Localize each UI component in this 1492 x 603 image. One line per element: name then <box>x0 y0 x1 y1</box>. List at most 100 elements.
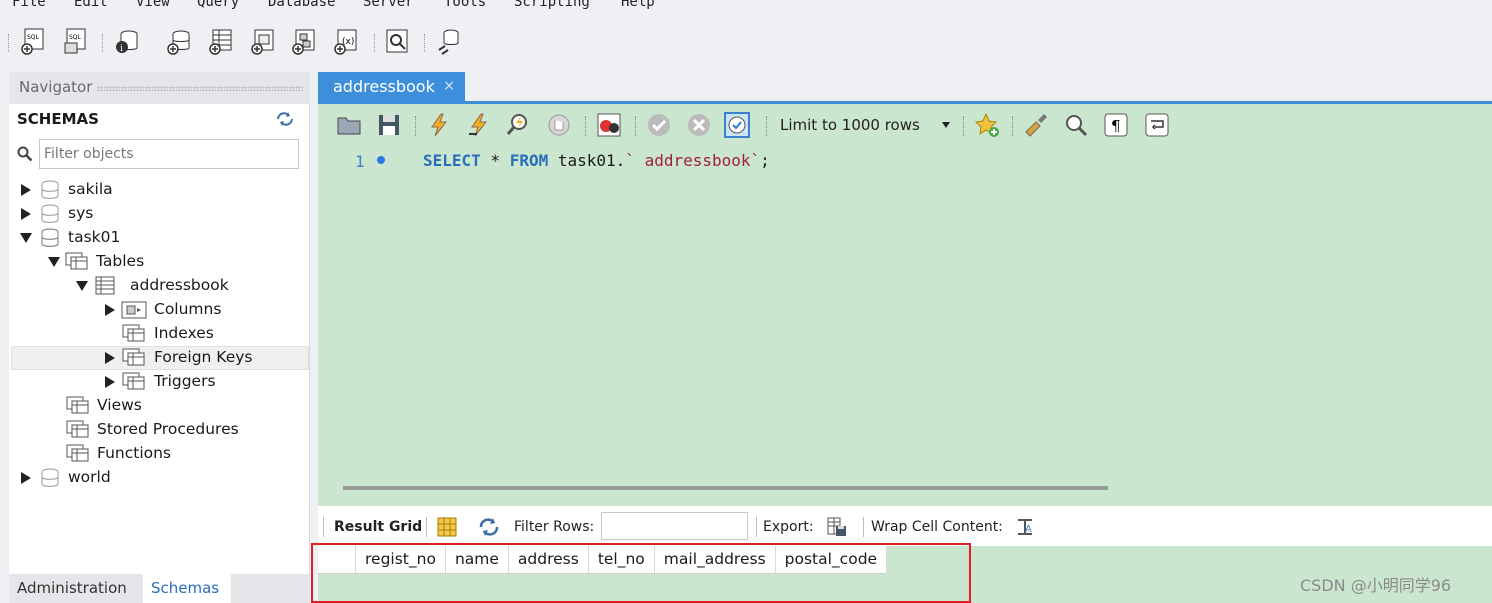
menu-edit[interactable]: Edit <box>74 0 108 10</box>
menu-database[interactable]: Database <box>268 0 335 10</box>
column-header[interactable]: mail_address <box>655 546 776 574</box>
filter-rows-input[interactable] <box>601 512 748 540</box>
find-icon[interactable] <box>1063 112 1089 138</box>
create-view-icon[interactable] <box>250 28 276 56</box>
open-file-icon[interactable] <box>336 112 362 138</box>
create-procedure-icon[interactable] <box>291 28 317 56</box>
search-icon <box>17 146 33 162</box>
limit-rows-select[interactable]: Limit to 1000 rows <box>776 112 952 138</box>
export-icon[interactable] <box>826 516 848 538</box>
commit-icon[interactable] <box>646 112 672 138</box>
execute-icon[interactable] <box>426 112 452 138</box>
search-table-data-icon[interactable] <box>384 28 410 56</box>
menu-tools[interactable]: Tools <box>444 0 486 10</box>
form-editor-icon[interactable] <box>436 516 458 538</box>
toolbar-separator <box>426 517 427 537</box>
refresh-results-icon[interactable] <box>478 516 500 538</box>
collapse-arrow-icon[interactable] <box>48 257 60 267</box>
svg-text:SQL: SQL <box>69 34 82 41</box>
result-grid-header: regist_no name address tel_no mail_addre… <box>318 546 888 574</box>
beautify-icon[interactable] <box>1023 112 1049 138</box>
tab-addressbook[interactable]: addressbook × <box>318 72 465 102</box>
schema-info-icon[interactable]: i <box>114 28 140 56</box>
schema-world[interactable]: world <box>19 466 219 490</box>
column-header[interactable]: regist_no <box>356 546 446 574</box>
limit-rows-label: Limit to 1000 rows <box>780 116 920 134</box>
reconnect-icon[interactable] <box>436 28 462 56</box>
scrollbar-thumb[interactable] <box>343 486 1108 490</box>
menu-server[interactable]: Server <box>363 0 414 10</box>
expand-arrow-icon[interactable] <box>21 208 31 220</box>
sql-keyword-from: FROM <box>509 151 549 170</box>
schema-sys[interactable]: sys <box>19 202 219 226</box>
tree-item-foreign-keys[interactable]: Foreign Keys <box>103 346 303 370</box>
tree-item-functions[interactable]: Functions <box>47 442 247 466</box>
expand-arrow-icon[interactable] <box>21 472 31 484</box>
menu-file[interactable]: File <box>12 0 46 10</box>
tree-item-views[interactable]: Views <box>47 394 247 418</box>
menu-view[interactable]: View <box>136 0 170 10</box>
filter-objects-input[interactable] <box>40 140 298 168</box>
save-icon[interactable] <box>376 112 402 138</box>
navigator-bottom-tabs: Administration Schemas <box>9 574 310 603</box>
result-grid-tab[interactable]: Result Grid <box>334 519 422 535</box>
column-header[interactable]: postal_code <box>776 546 888 574</box>
folder-procedures-icon <box>66 420 89 438</box>
schema-task01[interactable]: task01 <box>19 226 219 250</box>
explain-icon[interactable] <box>506 112 532 138</box>
expand-arrow-icon[interactable] <box>105 352 115 364</box>
row-header-corner[interactable] <box>318 546 356 574</box>
tree-item-triggers[interactable]: Triggers <box>103 370 303 394</box>
menu-scripting[interactable]: Scripting <box>514 0 590 10</box>
autocommit-icon[interactable] <box>724 112 750 138</box>
schema-sakila[interactable]: sakila <box>19 178 219 202</box>
column-header[interactable]: tel_no <box>589 546 655 574</box>
refresh-icon[interactable] <box>275 110 295 128</box>
execute-current-icon[interactable] <box>466 112 492 138</box>
rollback-icon[interactable] <box>686 112 712 138</box>
tree-item-columns[interactable]: Columns <box>103 298 303 322</box>
tab-label: addressbook <box>333 77 435 96</box>
menu-query[interactable]: Query <box>197 0 239 10</box>
tree-label: Columns <box>154 300 222 318</box>
create-schema-icon[interactable] <box>166 28 192 56</box>
collapse-arrow-icon[interactable] <box>76 281 88 291</box>
expand-arrow-icon[interactable] <box>105 376 115 388</box>
sql-editor[interactable]: 1 SELECT * FROM task01.` addressbook`; <box>318 146 1492 476</box>
add-snippet-icon[interactable] <box>974 112 1000 138</box>
tab-administration[interactable]: Administration <box>9 574 135 603</box>
menu-help[interactable]: Help <box>621 0 655 10</box>
create-function-icon[interactable]: (x) <box>333 28 359 56</box>
column-header[interactable]: name <box>446 546 509 574</box>
navigator-grip[interactable] <box>97 86 303 91</box>
database-icon <box>41 468 59 487</box>
wrap-cell-icon[interactable]: A <box>1014 516 1036 538</box>
stop-icon[interactable] <box>546 112 572 138</box>
filter-rows-label: Filter Rows: <box>514 519 595 535</box>
expand-arrow-icon[interactable] <box>105 304 115 316</box>
tab-schemas[interactable]: Schemas <box>143 574 231 603</box>
create-table-icon[interactable] <box>208 28 234 56</box>
tree-item-addressbook[interactable]: addressbook <box>75 274 275 298</box>
tree-item-tables[interactable]: Tables <box>47 250 247 274</box>
close-icon[interactable]: × <box>443 78 455 94</box>
sql-code-line: SELECT * FROM task01.` addressbook`; <box>423 151 770 170</box>
tree-item-indexes[interactable]: Indexes <box>103 322 303 346</box>
collapse-arrow-icon[interactable] <box>20 233 32 243</box>
sql-schema: task01. <box>548 151 626 170</box>
toolbar-separator <box>963 116 964 136</box>
schemas-heading: SCHEMAS <box>17 110 99 128</box>
word-wrap-icon[interactable] <box>1144 112 1170 138</box>
toggle-stop-on-error-icon[interactable] <box>596 112 622 138</box>
toolbar-separator <box>1012 116 1013 136</box>
expand-arrow-icon[interactable] <box>21 184 31 196</box>
new-sql-tab-icon[interactable]: SQL <box>20 28 46 56</box>
invisible-characters-icon[interactable]: ¶ <box>1103 112 1129 138</box>
open-sql-script-icon[interactable]: SQL <box>62 28 88 56</box>
tree-item-stored-procedures[interactable]: Stored Procedures <box>47 418 277 442</box>
navigator-panel: Navigator SCHEMAS sakila sys task01 Tabl… <box>9 72 310 603</box>
folder-functions-icon <box>66 444 89 462</box>
column-header[interactable]: address <box>509 546 589 574</box>
toolbar-separator <box>424 34 425 52</box>
tree-label: sys <box>68 204 94 222</box>
